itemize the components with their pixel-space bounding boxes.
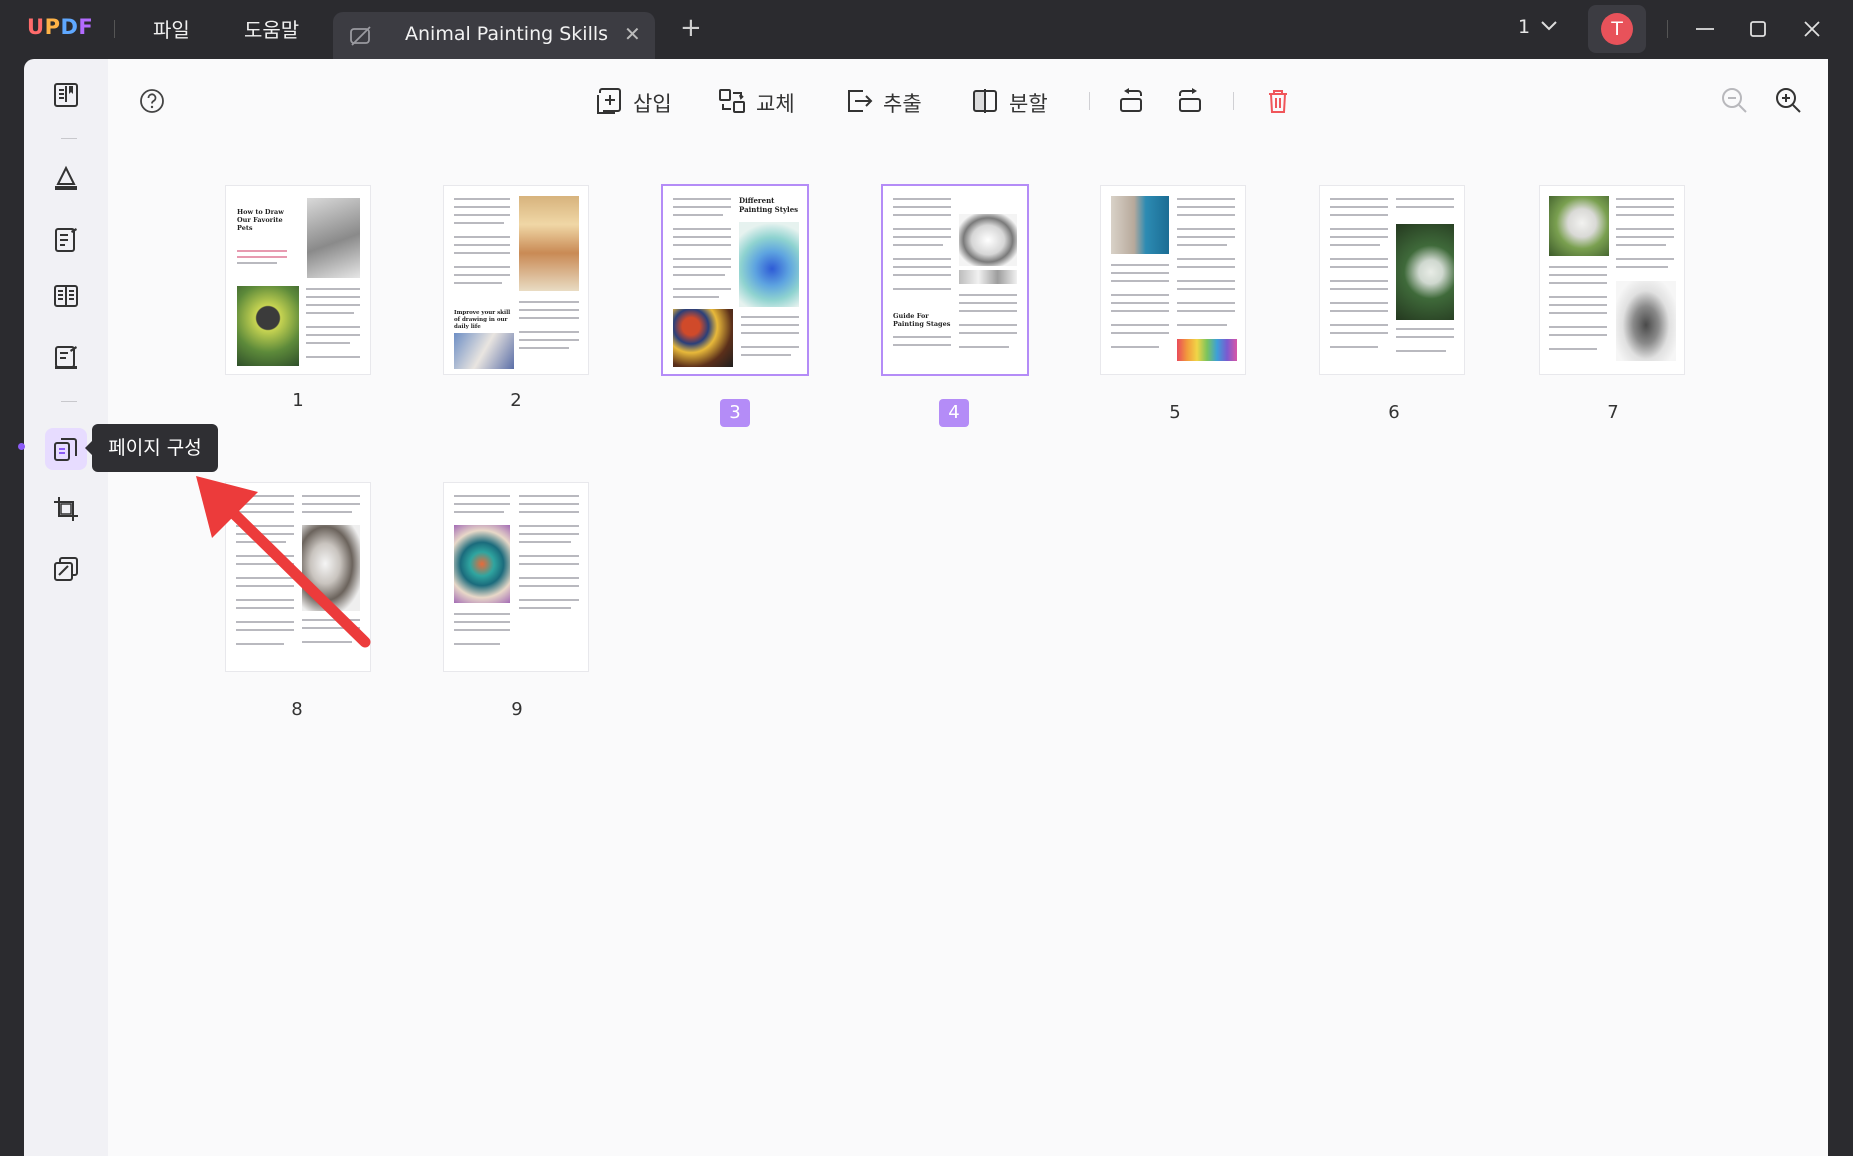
reader-mode-button[interactable]: [45, 74, 87, 116]
rabbit-photo-image: [1549, 196, 1609, 256]
stacked-pages-icon: [54, 557, 78, 581]
dog-sketch-image: [307, 198, 360, 278]
active-indicator: [18, 443, 25, 450]
thumbnail-heading: Guide For Painting Stages: [893, 312, 951, 328]
insert-label: 삽입: [633, 92, 672, 116]
page-number: 9: [511, 699, 523, 720]
toolbar-divider: [1089, 92, 1090, 110]
replace-label: 교체: [756, 92, 795, 116]
page-number: 1: [292, 390, 304, 411]
left-toolbar: [24, 59, 108, 1156]
help-icon[interactable]: [137, 86, 167, 116]
rabbit-sketch-image: [1616, 281, 1676, 361]
crop-button[interactable]: [45, 488, 87, 530]
page-number: 6: [1388, 402, 1400, 423]
app-logo: UPDF: [27, 15, 94, 39]
zoom-in-icon[interactable]: [1773, 85, 1803, 115]
organize-pages-icon: [54, 438, 77, 461]
form-sign-icon: [55, 346, 77, 369]
title-bar: UPDF 파일 도움말 Animal Painting Skills ✕ + 1…: [0, 0, 1853, 59]
insert-page-icon: [597, 88, 621, 114]
edit-document-icon: [55, 228, 77, 252]
paint-palette-image: [673, 309, 733, 367]
extract-icon: [848, 90, 873, 112]
thumbnail-heading: Different Painting Styles: [739, 196, 799, 214]
color-pencils-image: [1177, 339, 1237, 361]
delete-button[interactable]: [1264, 84, 1294, 118]
split-icon: [973, 89, 997, 113]
title-separator: [1667, 20, 1668, 38]
red-arrow-annotation: [196, 476, 371, 648]
dog-photo-image: [237, 286, 299, 366]
plant-painting-image: [1396, 224, 1454, 320]
tab-close-icon[interactable]: ✕: [624, 22, 641, 46]
dog-sketch-image: [959, 214, 1017, 266]
watercolor-image: [739, 222, 799, 307]
split-label: 분할: [1009, 92, 1048, 116]
edit-pdf-button[interactable]: [45, 219, 87, 261]
artist-photo-image: [1111, 196, 1169, 254]
page-number-selected: 4: [939, 399, 969, 427]
brushes-image: [519, 196, 579, 291]
comment-button[interactable]: [45, 158, 87, 200]
user-account-button[interactable]: T: [1588, 5, 1646, 53]
new-tab-button[interactable]: +: [680, 15, 702, 41]
maximize-icon[interactable]: [1743, 14, 1773, 44]
trash-icon: [1269, 90, 1287, 113]
toolbar-divider: [1233, 92, 1234, 110]
rotate-right-button[interactable]: [1177, 84, 1207, 118]
two-page-icon: [54, 285, 78, 307]
rotate-left-icon: [1120, 88, 1142, 112]
document-tab[interactable]: Animal Painting Skills ✕: [333, 12, 655, 59]
sidebar-divider: [61, 401, 77, 402]
extract-label: 추출: [883, 92, 922, 116]
page-thumbnail[interactable]: [444, 483, 588, 671]
page-number: 5: [1169, 402, 1181, 423]
page-thumbnail[interactable]: [1320, 186, 1464, 374]
chevron-down-icon[interactable]: [1540, 18, 1558, 34]
page-thumbnail-selected[interactable]: Different Painting Styles: [663, 186, 807, 374]
replace-icon: [719, 89, 745, 113]
title-separator: [114, 20, 115, 38]
thumbnail-heading: Improve your skill of drawing in our dai…: [454, 310, 511, 330]
rotate-right-icon: [1179, 88, 1201, 112]
highlighter-icon: [55, 165, 77, 190]
menu-file[interactable]: 파일: [153, 14, 190, 43]
page-count[interactable]: 1: [1518, 16, 1530, 38]
page-thumbnail[interactable]: Improve your skill of drawing in our dai…: [444, 186, 588, 374]
crop-icon: [54, 497, 78, 521]
close-window-icon[interactable]: [1797, 14, 1827, 44]
page-thumbnail-selected[interactable]: Guide For Painting Stages: [883, 186, 1027, 374]
organize-pages-button[interactable]: [45, 428, 87, 470]
colorful-painting-image: [454, 525, 510, 603]
page-number: 8: [291, 699, 303, 720]
avatar: T: [1601, 13, 1633, 45]
sidebar-divider: [61, 138, 77, 139]
page-number: 7: [1607, 402, 1619, 423]
thumbnail-heading: How to Draw Our Favorite Pets: [237, 208, 284, 232]
document-tab-icon: [350, 26, 371, 46]
rotate-left-button[interactable]: [1116, 84, 1146, 118]
painting-image: [454, 333, 514, 369]
window-edge: [1828, 59, 1853, 1156]
menu-help[interactable]: 도움말: [244, 14, 299, 43]
organize-pages-tooltip: 페이지 구성: [85, 424, 218, 472]
fill-sign-button[interactable]: [45, 336, 87, 378]
page-thumbnail[interactable]: [1540, 186, 1684, 374]
minimize-icon[interactable]: [1690, 14, 1720, 44]
page-number: 2: [510, 390, 522, 411]
zoom-out-icon[interactable]: [1719, 85, 1749, 115]
page-thumbnail[interactable]: [1101, 186, 1245, 374]
app-window: UPDF 파일 도움말 Animal Painting Skills ✕ + 1…: [0, 0, 1853, 1156]
page-tools-button[interactable]: [45, 548, 87, 590]
tab-title: Animal Painting Skills: [405, 23, 609, 45]
organize-view-button[interactable]: [45, 275, 87, 317]
sketch-steps-image: [959, 270, 1017, 284]
window-edge: [0, 59, 24, 1156]
page-number-selected: 3: [720, 399, 750, 427]
reader-icon: [54, 83, 78, 107]
page-thumbnail[interactable]: How to Draw Our Favorite Pets: [226, 186, 370, 374]
